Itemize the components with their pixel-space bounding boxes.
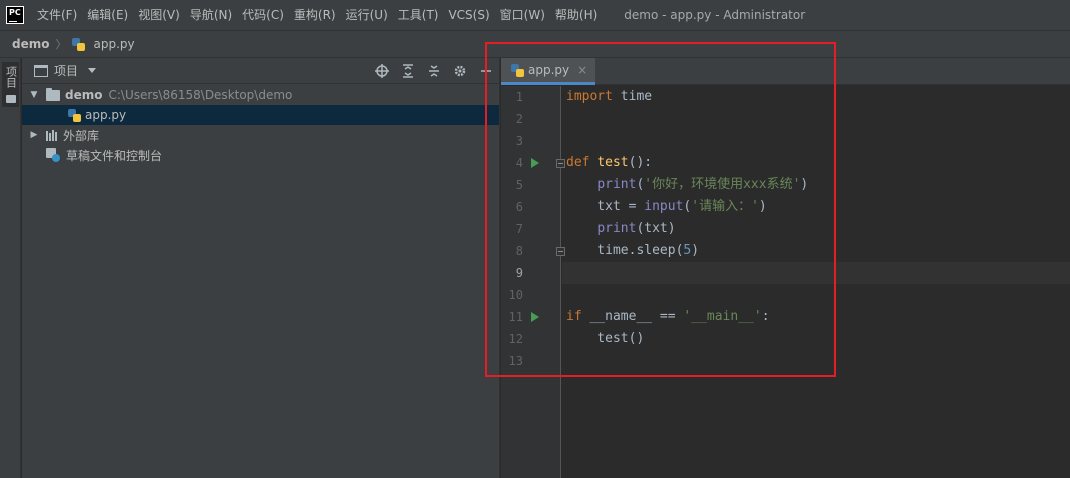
breadcrumb-file-label: app.py	[93, 37, 135, 51]
line-number: 3	[515, 134, 523, 148]
menu-item[interactable]: 工具(T)	[393, 0, 444, 30]
project-panel-toolbar	[369, 58, 499, 84]
tree-root-name: demo	[65, 88, 103, 102]
folder-icon	[46, 87, 60, 101]
line-number: 6	[515, 200, 523, 214]
folder-icon	[5, 95, 16, 103]
project-panel-header: 项目	[22, 58, 499, 84]
tree-root-path: C:\Users\86158\Desktop\demo	[108, 88, 293, 102]
tree-external-libraries-label: 外部库	[63, 128, 100, 143]
line-number: 10	[508, 288, 523, 302]
tab-app-py[interactable]: app.py ×	[501, 58, 596, 85]
tree-item-scratches[interactable]: 草稿文件和控制台	[22, 145, 499, 165]
code-line[interactable]	[562, 262, 1070, 284]
tree-scratches-label: 草稿文件和控制台	[66, 148, 163, 163]
run-gutter-icon[interactable]	[531, 312, 539, 322]
code-line[interactable]	[562, 284, 1070, 306]
code-line[interactable]: time.sleep(5)	[562, 240, 1070, 262]
editor-gutter[interactable]: 1 2 3 4 5 6 7 8 9 10 11 12 13	[501, 86, 565, 478]
python-file-icon	[68, 108, 81, 122]
window-title: demo - app.py - Administrator	[624, 8, 806, 22]
menu-item[interactable]: 运行(U)	[341, 0, 393, 30]
library-icon	[46, 129, 57, 141]
menu-item[interactable]: 窗口(W)	[495, 0, 550, 30]
code-line[interactable]	[562, 108, 1070, 130]
code-line[interactable]: if __name__ == '__main__':	[562, 306, 1070, 328]
expand-arrow-icon[interactable]: ▶	[26, 130, 42, 140]
code-line[interactable]: print('你好，环境使用xxx系统')	[562, 174, 1070, 196]
menu-item[interactable]: 视图(V)	[133, 0, 185, 30]
code-line[interactable]: print(txt)	[562, 218, 1070, 240]
editor-area: app.py × 1 2 3 4 5 6 7 8 9 10 11 12 13 import time de…	[501, 58, 1070, 478]
locate-icon[interactable]	[369, 58, 395, 84]
breadcrumb-project[interactable]: demo	[12, 37, 49, 51]
menu-item[interactable]: VCS(S)	[443, 0, 494, 30]
line-number: 12	[508, 332, 523, 346]
project-tool-tab[interactable]: 项目	[2, 62, 19, 107]
tree-item-root[interactable]: ▼ demo C:\Users\86158\Desktop\demo	[22, 85, 499, 105]
editor-tab-bar: app.py ×	[501, 58, 1070, 85]
pycharm-logo-icon: PC	[6, 6, 24, 24]
line-number: 1	[515, 90, 523, 104]
python-file-icon	[511, 63, 524, 77]
tree-file-name: app.py	[85, 108, 127, 122]
breadcrumb-file[interactable]: app.py	[72, 37, 135, 51]
tree-item-external-libraries[interactable]: ▶ 外部库	[22, 125, 499, 145]
breadcrumb: demo 〉 app.py	[0, 30, 1070, 58]
python-file-icon	[72, 37, 86, 51]
code-line[interactable]	[562, 350, 1070, 372]
menu-items: 文件(F) 编辑(E) 视图(V) 导航(N) 代码(C) 重构(R) 运行(U) 工具(T)…	[32, 0, 602, 30]
code-editor[interactable]: import time def test(): print('你好，环境使用xxx…	[562, 86, 1070, 478]
scratch-console-icon	[46, 148, 60, 162]
collapse-all-icon[interactable]	[421, 58, 447, 84]
line-number: 8	[515, 244, 523, 258]
line-number: 7	[515, 222, 523, 236]
gear-icon[interactable]	[447, 58, 473, 84]
project-panel-title[interactable]: 项目	[54, 62, 78, 79]
expand-all-icon[interactable]	[395, 58, 421, 84]
breadcrumb-separator-icon: 〉	[55, 38, 67, 51]
line-number: 5	[515, 178, 523, 192]
line-number: 9	[515, 266, 523, 280]
code-line[interactable]: test()	[562, 328, 1070, 350]
line-number: 11	[508, 310, 523, 324]
project-tool-tab-label: 项目	[4, 66, 18, 88]
menu-item[interactable]: 文件(F)	[32, 0, 82, 30]
menu-bar: PC 文件(F) 编辑(E) 视图(V) 导航(N) 代码(C) 重构(R) 运行(U) 工具…	[0, 0, 1070, 30]
expand-arrow-icon[interactable]: ▼	[26, 90, 42, 100]
code-line[interactable]: import time	[562, 86, 1070, 108]
chevron-down-icon[interactable]	[88, 68, 97, 73]
line-number: 13	[508, 354, 523, 368]
run-gutter-icon[interactable]	[531, 158, 539, 168]
line-number: 4	[515, 156, 523, 170]
tree-item-file[interactable]: app.py	[22, 105, 499, 125]
project-panel: 项目 ▼ demo C:\Users\86158\Desktop\demo ap…	[22, 58, 500, 478]
code-line[interactable]	[562, 130, 1070, 152]
project-view-icon	[34, 64, 48, 77]
menu-item[interactable]: 重构(R)	[289, 0, 341, 30]
close-icon[interactable]: ×	[577, 63, 587, 77]
menu-item[interactable]: 帮助(H)	[550, 0, 602, 30]
code-line[interactable]: def test():	[562, 152, 1070, 174]
minimize-icon[interactable]	[473, 58, 499, 84]
code-line[interactable]: txt = input('请输入：')	[562, 196, 1070, 218]
tab-label: app.py	[528, 63, 570, 77]
menu-item[interactable]: 导航(N)	[185, 0, 237, 30]
line-number: 2	[515, 112, 523, 126]
menu-item[interactable]: 代码(C)	[237, 0, 289, 30]
left-tool-strip: 项目	[0, 58, 21, 478]
menu-item[interactable]: 编辑(E)	[82, 0, 133, 30]
